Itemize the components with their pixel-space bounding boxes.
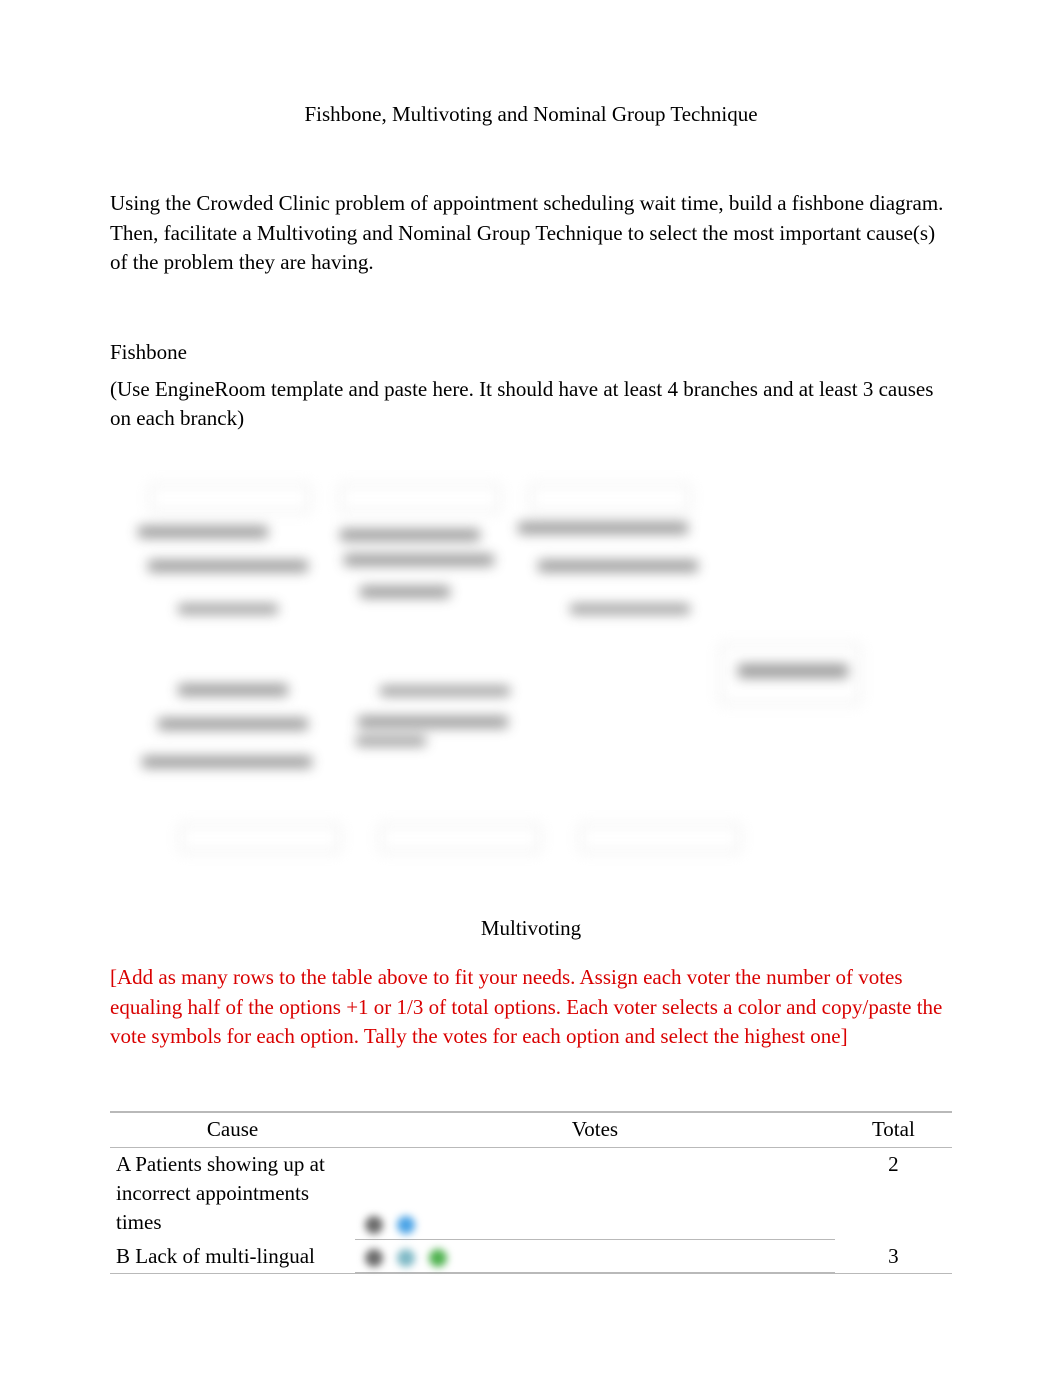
- total-cell: 2: [835, 1148, 952, 1240]
- fishbone-diagram: [120, 474, 860, 874]
- intro-paragraph: Using the Crowded Clinic problem of appo…: [110, 189, 952, 277]
- multivoting-heading: Multivoting: [110, 914, 952, 943]
- table-row: A Patients showing up at incorrect appoi…: [110, 1148, 952, 1240]
- votes-cell: [355, 1148, 835, 1240]
- table-header-row: Cause Votes Total: [110, 1112, 952, 1147]
- total-cell: 3: [835, 1240, 952, 1273]
- multivoting-table: Cause Votes Total A Patients showing up …: [110, 1111, 952, 1274]
- vote-dot-icon: [397, 1216, 415, 1234]
- vote-dot-icon: [365, 1249, 383, 1267]
- vote-dot-icon: [429, 1249, 447, 1267]
- table-row: B Lack of multi-lingual 3: [110, 1240, 952, 1273]
- col-votes: Votes: [355, 1112, 835, 1147]
- cause-cell: B Lack of multi-lingual: [110, 1240, 355, 1273]
- col-cause: Cause: [110, 1112, 355, 1147]
- fishbone-category-box: [340, 484, 500, 512]
- fishbone-note: (Use EngineRoom template and paste here.…: [110, 375, 952, 434]
- vote-dot-icon: [365, 1216, 383, 1234]
- fishbone-category-box: [530, 484, 690, 512]
- fishbone-heading: Fishbone: [110, 338, 952, 367]
- fishbone-category-box: [380, 824, 540, 852]
- vote-dots: [361, 1246, 829, 1270]
- fishbone-category-box: [180, 824, 340, 852]
- col-total: Total: [835, 1112, 952, 1147]
- fishbone-category-box: [580, 824, 740, 852]
- page-title: Fishbone, Multivoting and Nominal Group …: [110, 100, 952, 129]
- vote-dots: [361, 1213, 829, 1237]
- votes-cell: [355, 1240, 835, 1273]
- fishbone-category-box: [150, 484, 310, 512]
- multivoting-instruction: [Add as many rows to the table above to …: [110, 963, 952, 1051]
- vote-dot-icon: [397, 1249, 415, 1267]
- cause-cell: A Patients showing up at incorrect appoi…: [110, 1148, 355, 1240]
